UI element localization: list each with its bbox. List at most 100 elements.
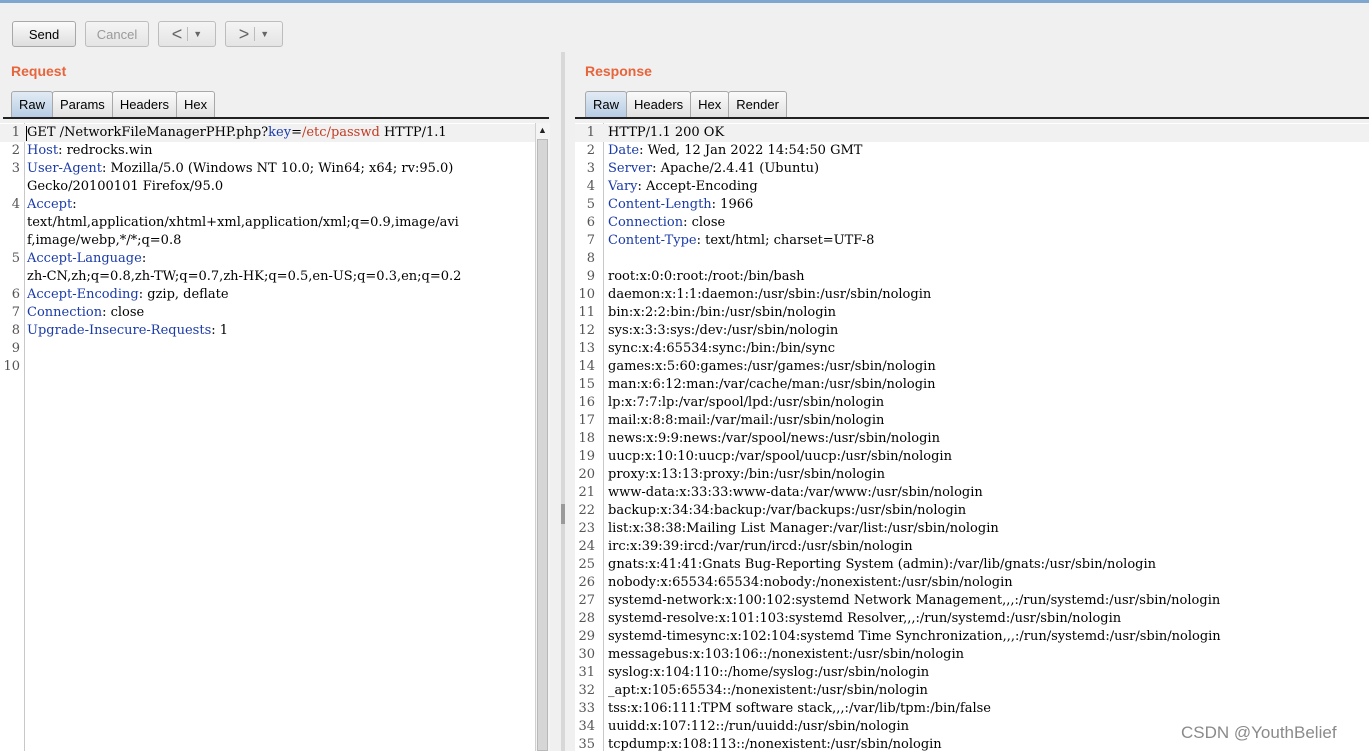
request-code-line[interactable]: 9 — [0, 340, 535, 358]
response-code-line[interactable]: 19 uucp:x:10:10:uucp:/var/spool/uucp:/usr… — [575, 448, 1369, 466]
response-tab-hex[interactable]: Hex — [690, 91, 730, 117]
line-number: 3 — [586, 161, 595, 176]
response-code-line[interactable]: 7 Content-Type: text/html; charset=UTF-8 — [575, 232, 1369, 250]
request-code-line[interactable]: zh-CN,zh;q=0.8,zh-TW;q=0.7,zh-HK;q=0.5,e… — [0, 268, 535, 286]
line-text: uuidd:x:107:112::/run/uuidd:/usr/sbin/no… — [608, 718, 909, 736]
text-segment: sync:x:4:65534:sync:/bin:/bin/sync — [608, 341, 836, 356]
line-number: 8 — [586, 251, 595, 266]
response-code-line[interactable]: 23 list:x:38:38:Mailing List Manager:/var… — [575, 520, 1369, 538]
response-code-line[interactable]: 13 sync:x:4:65534:sync:/bin:/bin/sync — [575, 340, 1369, 358]
request-code-line[interactable]: 1 GET /NetworkFileManagerPHP.php?key=/etc… — [0, 124, 535, 142]
response-editor[interactable]: 1 HTTP/1.1 200 OK 2 Date: Wed, 12 Jan 2022 … — [575, 123, 1369, 751]
text-segment: proxy:x:13:13:proxy:/bin:/usr/sbin/nolog… — [608, 467, 885, 482]
response-code-line[interactable]: 26 nobody:x:65534:65534:nobody:/nonexiste… — [575, 574, 1369, 592]
response-code-line[interactable]: 15 man:x:6:12:man:/var/cache/man:/usr/sbi… — [575, 376, 1369, 394]
request-code-line[interactable]: 10 — [0, 358, 535, 376]
header-name: Connection — [608, 215, 684, 230]
divider-grip-handle[interactable] — [561, 504, 565, 524]
line-text: lp:x:7:7:lp:/var/spool/lpd:/usr/sbin/nol… — [608, 394, 884, 412]
line-number: 9 — [11, 341, 20, 356]
header-name: Date — [608, 143, 640, 158]
request-tabs: Raw Params Headers Hex — [11, 91, 216, 117]
response-code-line[interactable]: 28 systemd-resolve:x:101:103:systemd Reso… — [575, 610, 1369, 628]
response-code-line[interactable]: 22 backup:x:34:34:backup:/var/backups:/us… — [575, 502, 1369, 520]
line-text: sys:x:3:3:sys:/dev:/usr/sbin/nologin — [608, 322, 838, 340]
line-text: HTTP/1.1 200 OK — [608, 124, 724, 142]
response-code-line[interactable]: 6 Connection: close — [575, 214, 1369, 232]
line-text: Upgrade-Insecure-Requests: 1 — [27, 322, 228, 340]
request-tab-hex[interactable]: Hex — [175, 91, 216, 117]
request-tab-raw[interactable]: Raw — [11, 91, 54, 117]
text-segment: : Wed, 12 Jan 2022 14:54:50 GMT — [639, 143, 863, 158]
response-code-line[interactable]: 32 _apt:x:105:65534::/nonexistent:/usr/sb… — [575, 682, 1369, 700]
request-code-line[interactable]: 2 Host: redrocks.win — [0, 142, 535, 160]
request-tab-headers[interactable]: Headers — [111, 91, 177, 117]
text-segment: = — [291, 125, 302, 140]
forward-dropdown-icon[interactable]: ▼ — [260, 29, 269, 39]
response-code-line[interactable]: 25 gnats:x:41:41:Gnats Bug-Reporting Syst… — [575, 556, 1369, 574]
response-code-line[interactable]: 10 daemon:x:1:1:daemon:/usr/sbin:/usr/sbi… — [575, 286, 1369, 304]
request-scrollbar-thumb[interactable] — [537, 139, 548, 751]
text-segment: Gecko/20100101 Firefox/95.0 — [27, 179, 224, 194]
response-tab-raw[interactable]: Raw — [585, 91, 628, 117]
response-code-line[interactable]: 20 proxy:x:13:13:proxy:/bin:/usr/sbin/nol… — [575, 466, 1369, 484]
line-text: news:x:9:9:news:/var/spool/news:/usr/sbi… — [608, 430, 940, 448]
response-code-line[interactable]: 31 syslog:x:104:110::/home/syslog:/usr/sb… — [575, 664, 1369, 682]
line-number: 32 — [578, 683, 595, 698]
forward-button[interactable]: > ▼ — [225, 21, 283, 47]
line-number: 5 — [11, 251, 20, 266]
response-code-line[interactable]: 2 Date: Wed, 12 Jan 2022 14:54:50 GMT — [575, 142, 1369, 160]
back-button[interactable]: < ▼ — [158, 21, 216, 47]
response-code-line[interactable]: 4 Vary: Accept-Encoding — [575, 178, 1369, 196]
response-code-line[interactable]: 27 systemd-network:x:100:102:systemd Netw… — [575, 592, 1369, 610]
response-code-line[interactable]: 11 bin:x:2:2:bin:/bin:/usr/sbin/nologin — [575, 304, 1369, 322]
scroll-up-icon[interactable]: ▲ — [538, 125, 547, 135]
line-text: _apt:x:105:65534::/nonexistent:/usr/sbin… — [608, 682, 928, 700]
request-code-line[interactable]: text/html,application/xhtml+xml,applicat… — [0, 214, 535, 232]
response-code-line[interactable]: 5 Content-Length: 1966 — [575, 196, 1369, 214]
request-code-line[interactable]: 5 Accept-Language: — [0, 250, 535, 268]
request-code-line[interactable]: 3 User-Agent: Mozilla/5.0 (Windows NT 10.… — [0, 160, 535, 178]
response-code-line[interactable]: 17 mail:x:8:8:mail:/var/mail:/usr/sbin/no… — [575, 412, 1369, 430]
back-dropdown-icon[interactable]: ▼ — [193, 29, 202, 39]
request-code-line[interactable]: f,image/webp,*/*;q=0.8 — [0, 232, 535, 250]
request-code-line[interactable]: 6 Accept-Encoding: gzip, deflate — [0, 286, 535, 304]
send-button[interactable]: Send — [12, 21, 76, 47]
response-code-line[interactable]: 33 tss:x:106:111:TPM software stack,,,:/v… — [575, 700, 1369, 718]
header-name: Vary — [608, 179, 638, 194]
header-name: Server — [608, 161, 653, 176]
response-tab-render[interactable]: Render — [728, 91, 787, 117]
line-text: tcpdump:x:108:113::/nonexistent:/usr/sbi… — [608, 736, 942, 751]
request-editor[interactable]: 1 GET /NetworkFileManagerPHP.php?key=/etc… — [0, 123, 535, 751]
response-code-line[interactable]: 12 sys:x:3:3:sys:/dev:/usr/sbin/nologin — [575, 322, 1369, 340]
line-text: Accept-Encoding: gzip, deflate — [27, 286, 229, 304]
response-code-line[interactable]: 3 Server: Apache/2.4.41 (Ubuntu) — [575, 160, 1369, 178]
text-segment: list:x:38:38:Mailing List Manager:/var/l… — [608, 521, 999, 536]
text-segment: : Apache/2.4.41 (Ubuntu) — [652, 161, 820, 176]
response-code-line[interactable]: 14 games:x:5:60:games:/usr/games:/usr/sbi… — [575, 358, 1369, 376]
request-tab-params[interactable]: Params — [52, 91, 113, 117]
cancel-button[interactable]: Cancel — [85, 21, 149, 47]
response-code-line[interactable]: 29 systemd-timesync:x:102:104:systemd Tim… — [575, 628, 1369, 646]
request-code-line[interactable]: 7 Connection: close — [0, 304, 535, 322]
response-code-line[interactable]: 18 news:x:9:9:news:/var/spool/news:/usr/s… — [575, 430, 1369, 448]
response-tab-headers[interactable]: Headers — [626, 91, 692, 117]
line-number: 14 — [578, 359, 595, 374]
request-code-line[interactable]: 8 Upgrade-Insecure-Requests: 1 — [0, 322, 535, 340]
response-code-line[interactable]: 8 — [575, 250, 1369, 268]
response-code-line[interactable]: 30 messagebus:x:103:106::/nonexistent:/us… — [575, 646, 1369, 664]
line-number: 12 — [578, 323, 595, 338]
text-segment: nobody:x:65534:65534:nobody:/nonexistent… — [608, 575, 1013, 590]
split-pane-divider[interactable] — [559, 52, 567, 751]
request-code-line[interactable]: 4 Accept: — [0, 196, 535, 214]
request-scrollbar[interactable]: ▲ — [535, 123, 550, 751]
response-code-line[interactable]: 16 lp:x:7:7:lp:/var/spool/lpd:/usr/sbin/n… — [575, 394, 1369, 412]
line-number: 3 — [11, 161, 20, 176]
response-code-line[interactable]: 21 www-data:x:33:33:www-data:/var/www:/us… — [575, 484, 1369, 502]
response-code-line[interactable]: 9 root:x:0:0:root:/root:/bin/bash — [575, 268, 1369, 286]
text-segment: : 1 — [211, 323, 229, 338]
line-number: 17 — [578, 413, 595, 428]
response-code-line[interactable]: 1 HTTP/1.1 200 OK — [575, 124, 1369, 142]
request-code-line[interactable]: Gecko/20100101 Firefox/95.0 — [0, 178, 535, 196]
response-code-line[interactable]: 24 irc:x:39:39:ircd:/var/run/ircd:/usr/sb… — [575, 538, 1369, 556]
